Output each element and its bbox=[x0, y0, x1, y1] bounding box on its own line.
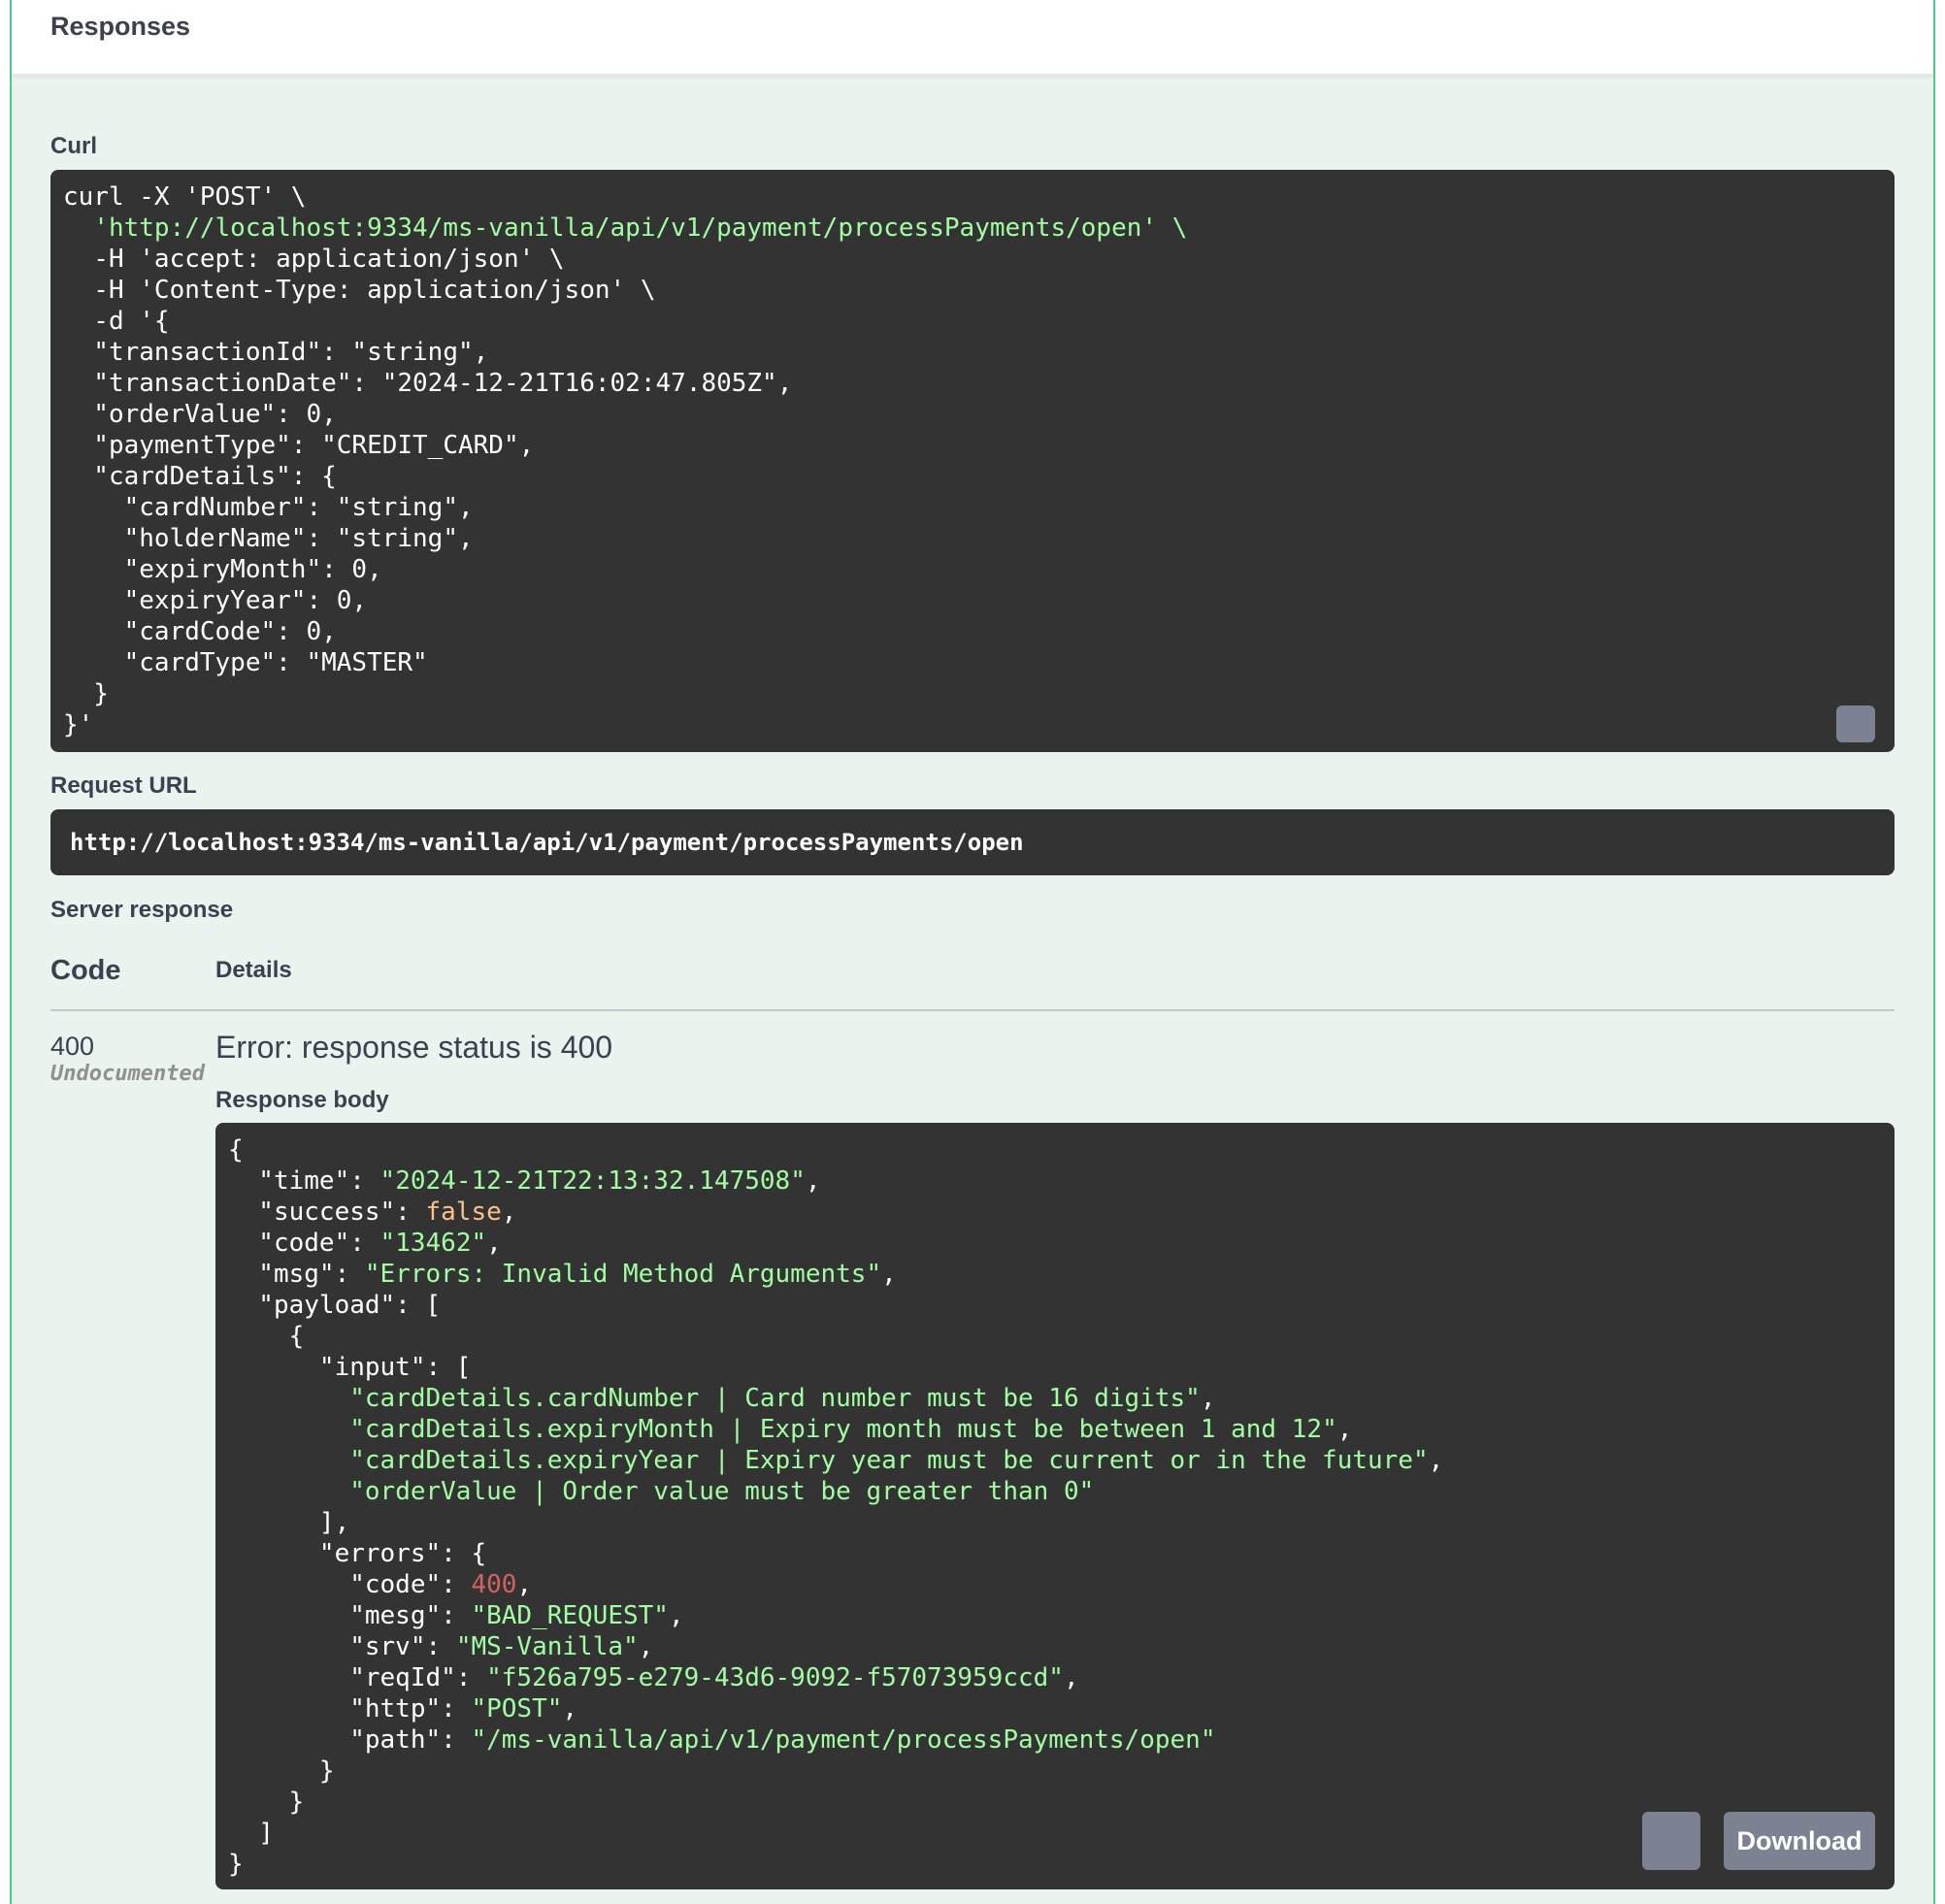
server-response-label: Server response bbox=[50, 897, 234, 923]
download-button[interactable]: Download bbox=[1724, 1812, 1875, 1870]
request-url-value: http://localhost:9334/ms-vanilla/api/v1/… bbox=[70, 829, 1024, 856]
curl-code-block[interactable]: curl -X 'POST' \ 'http://localhost:9334/… bbox=[50, 170, 1895, 752]
request-url-box[interactable]: http://localhost:9334/ms-vanilla/api/v1/… bbox=[50, 809, 1895, 875]
column-header-code: Code bbox=[50, 955, 121, 986]
copy-response-button[interactable] bbox=[1642, 1812, 1700, 1870]
undocumented-note: Undocumented bbox=[50, 1062, 205, 1086]
responses-title: Responses bbox=[50, 12, 191, 41]
response-body-code: { "time": "2024-12-21T22:13:32.147508", … bbox=[228, 1135, 1444, 1879]
response-status-code: 400 bbox=[50, 1032, 95, 1061]
copy-curl-button[interactable] bbox=[1836, 706, 1875, 742]
response-body-label: Response body bbox=[215, 1087, 389, 1113]
request-url-label: Request URL bbox=[50, 772, 197, 799]
curl-code: curl -X 'POST' \ 'http://localhost:9334/… bbox=[63, 182, 1188, 739]
column-header-details: Details bbox=[215, 957, 292, 983]
responses-header: Responses bbox=[12, 0, 1933, 76]
response-body-block[interactable]: { "time": "2024-12-21T22:13:32.147508", … bbox=[215, 1123, 1895, 1889]
responses-panel: Responses Curl curl -X 'POST' \ 'http://… bbox=[10, 0, 1935, 1904]
table-divider bbox=[50, 1009, 1895, 1011]
error-message: Error: response status is 400 bbox=[215, 1030, 613, 1065]
curl-label: Curl bbox=[50, 133, 97, 159]
